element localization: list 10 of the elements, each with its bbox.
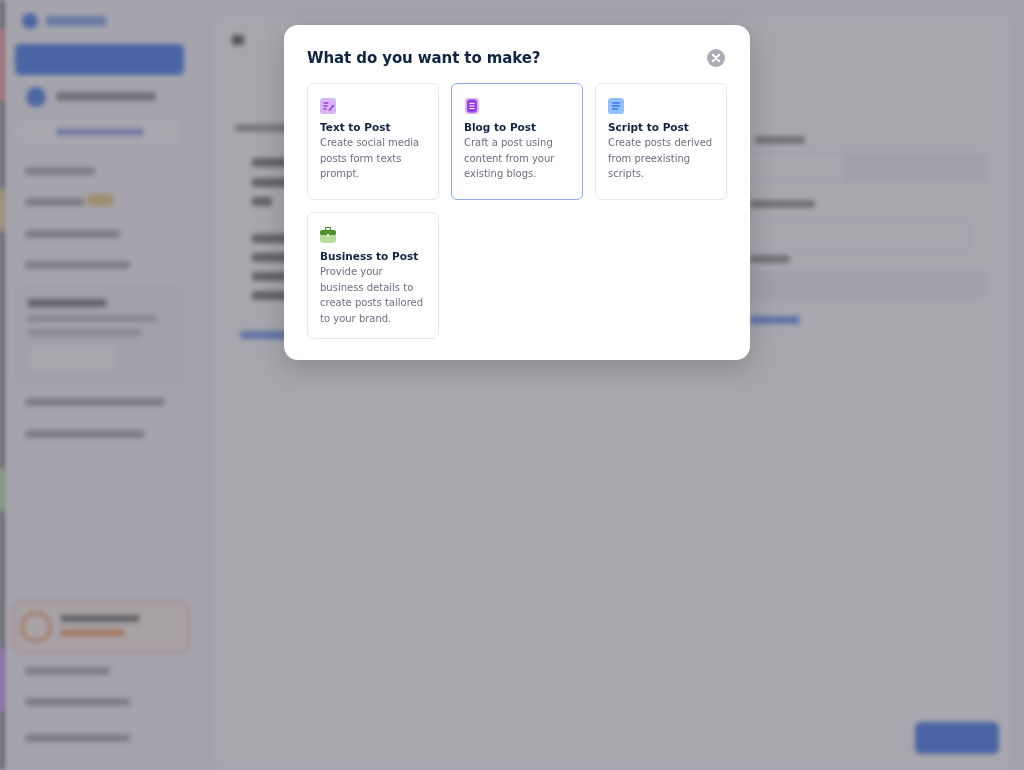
close-icon[interactable] [707, 49, 725, 67]
option-card[interactable]: Blog to Post Craft a post using content from your existing blogs. [451, 83, 583, 200]
option-card[interactable]: Business to Post Provide your business details to create posts tailored to your brand. [307, 212, 439, 339]
option-card[interactable]: Text to Post Create social media posts form texts prompt. [307, 83, 439, 200]
edit-note-icon [320, 98, 336, 114]
option-card[interactable]: Script to Post Create posts derived from preexisting scripts. [595, 83, 727, 200]
briefcase-icon [320, 227, 336, 243]
dialog-title: What do you want to make? [307, 49, 541, 67]
document-icon [608, 98, 624, 114]
document-icon [464, 98, 480, 114]
